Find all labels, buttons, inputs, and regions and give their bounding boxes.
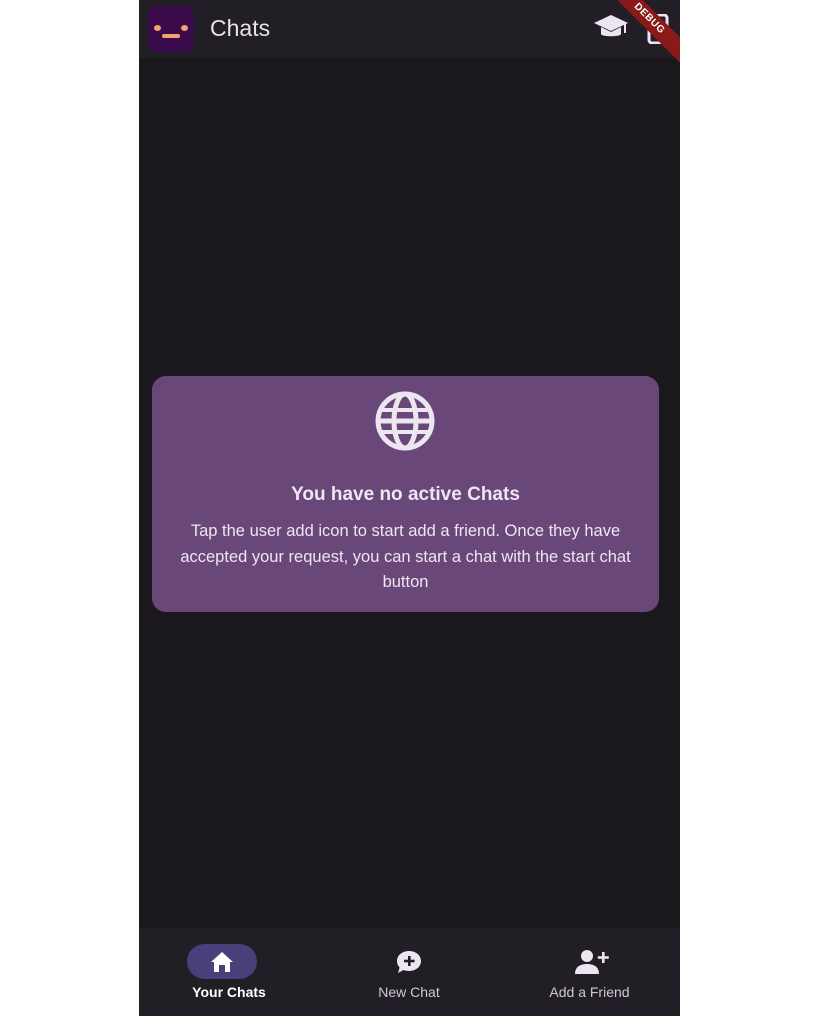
- nav-label-new-chat: New Chat: [378, 984, 440, 1000]
- logo-eye-right: [181, 25, 188, 31]
- bottom-navigation: Your Chats New Chat Add a Friend: [139, 928, 680, 1016]
- globe-icon: [375, 391, 435, 451]
- logo-eye-left: [154, 25, 161, 31]
- nav-item-your-chats[interactable]: Your Chats: [139, 928, 319, 1016]
- nav-item-add-friend[interactable]: Add a Friend: [499, 928, 680, 1016]
- person-add-icon: [575, 950, 609, 974]
- nav-label-add-friend: Add a Friend: [549, 984, 630, 1000]
- empty-state-message: Tap the user add icon to start add a fri…: [180, 522, 631, 591]
- nav-item-new-chat[interactable]: New Chat: [319, 928, 499, 1016]
- app-screen: Chats DEBUG You have no active Chats Tap…: [139, 0, 680, 1016]
- graduation-cap-icon[interactable]: [593, 12, 629, 42]
- chat-add-icon: [397, 951, 421, 973]
- app-logo-icon[interactable]: [148, 6, 194, 52]
- nav-label-your-chats: Your Chats: [192, 984, 266, 1000]
- app-bar: Chats DEBUG: [139, 0, 680, 72]
- empty-state-card: You have no active Chats Tap the user ad…: [152, 376, 659, 612]
- empty-state-title: You have no active Chats: [291, 484, 520, 505]
- logo-mouth: [162, 34, 180, 38]
- page-title: Chats: [210, 15, 271, 41]
- home-icon: [211, 952, 233, 972]
